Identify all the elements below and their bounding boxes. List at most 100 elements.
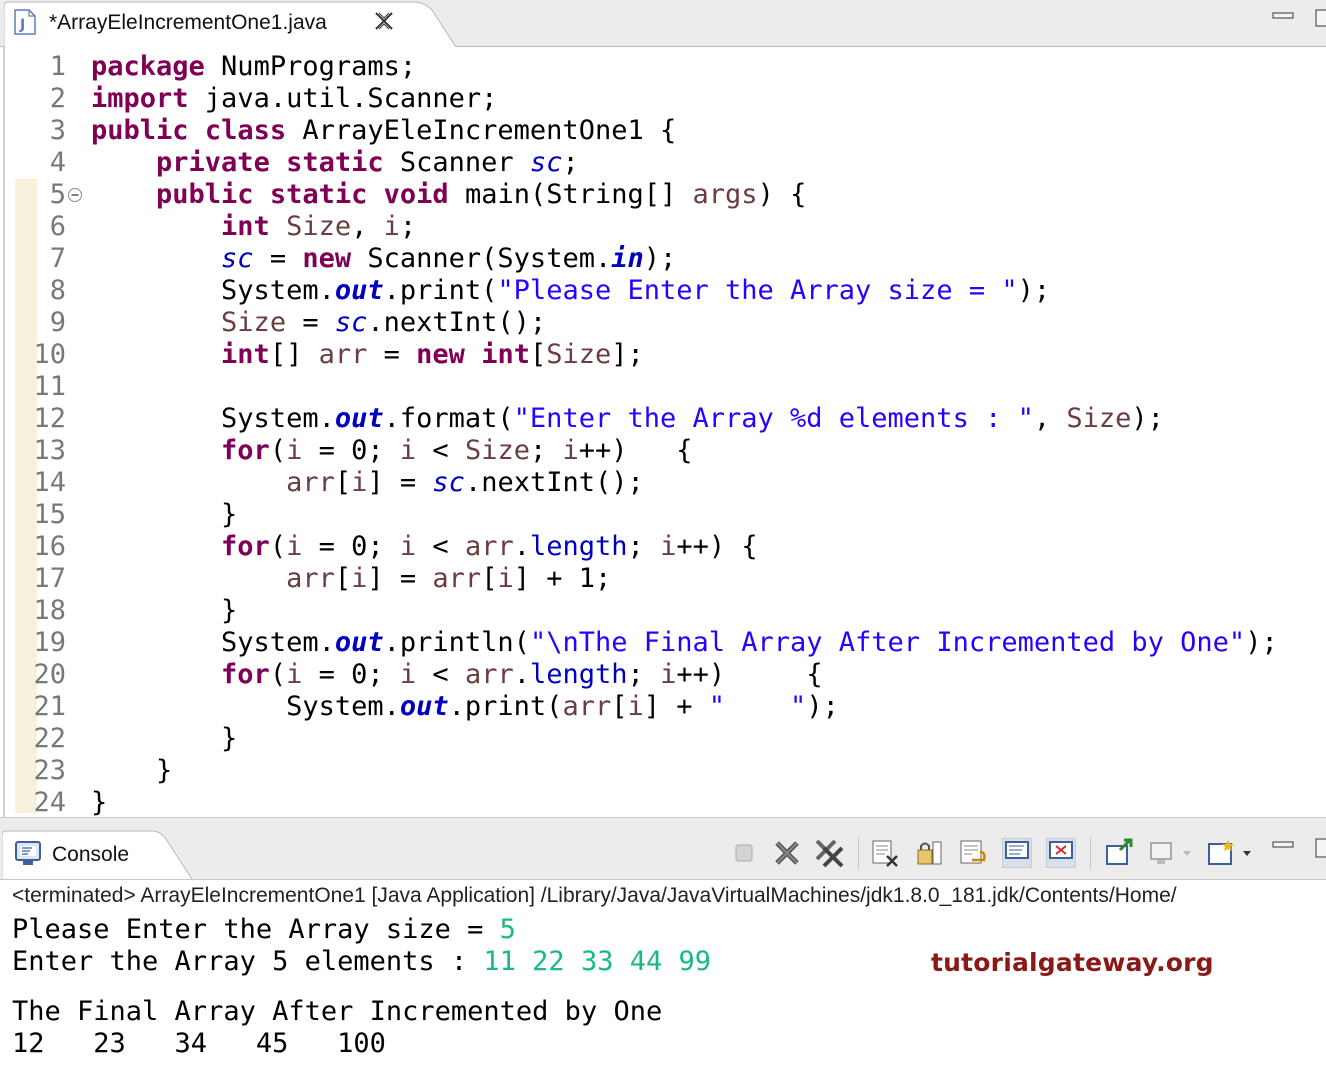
code-token: [ [611, 691, 628, 722]
code-token: } [91, 723, 238, 754]
code-token: sc [529, 147, 563, 178]
code-token: ; [529, 435, 563, 466]
code-token: i [399, 435, 417, 466]
word-wrap-icon[interactable] [958, 838, 988, 868]
chevron-down-icon[interactable] [1240, 838, 1254, 868]
open-console-icon[interactable] [1206, 838, 1236, 868]
line-number: 2 [49, 83, 66, 114]
code-token: package [91, 51, 205, 82]
code-token: main(String[] [448, 179, 693, 210]
close-icon[interactable] [372, 9, 396, 33]
remove-all-terminated-icon[interactable] [814, 838, 844, 868]
code-token: .print( [448, 691, 563, 722]
terminate-icon[interactable] [730, 838, 760, 868]
code-text: int[] arr = new int[Size]; [91, 339, 644, 371]
chevron-down-icon[interactable] [1180, 838, 1194, 868]
show-on-stdout-icon[interactable] [1002, 838, 1032, 868]
fold-collapse-icon[interactable] [67, 187, 83, 203]
code-token: length [530, 531, 628, 562]
minimize-icon[interactable] [1272, 841, 1294, 849]
line-number: 15 [33, 499, 66, 530]
line-number: 16 [33, 531, 66, 562]
code-token: i [286, 435, 303, 466]
console-output-text: Enter the Array 5 elements : [12, 946, 484, 977]
editor-tab[interactable]: J *ArrayEleIncrementOne1.java [4, 0, 456, 47]
code-token: ; [562, 147, 579, 178]
code-token: } [91, 595, 238, 626]
java-file-icon: J [14, 9, 36, 35]
code-token: ) { [757, 179, 807, 210]
pin-console-icon[interactable] [1104, 838, 1134, 868]
code-token: System. [91, 691, 400, 722]
code-token: i [562, 435, 579, 466]
code-token: [ [334, 563, 352, 594]
code-token: for [221, 659, 270, 690]
code-token: int [481, 339, 530, 370]
line-number: 18 [33, 595, 66, 626]
code-token: ] = [367, 563, 433, 594]
code-token: static [269, 179, 368, 210]
code-token: = [253, 243, 303, 274]
scroll-lock-icon[interactable] [914, 838, 944, 868]
code-token: ++) { [676, 531, 758, 562]
code-text: Size = sc.nextInt(); [91, 307, 546, 339]
console-output[interactable]: Please Enter the Array size = 5 Enter the… [12, 914, 711, 1060]
code-token: < [416, 531, 465, 562]
code-token: ; [399, 211, 417, 242]
line-number: 5 [49, 179, 66, 210]
display-selected-console-icon[interactable] [1148, 838, 1178, 868]
code-token: < [416, 659, 465, 690]
code-token: arr [432, 563, 482, 594]
clear-console-icon[interactable] [870, 838, 900, 868]
line-number: 12 [33, 403, 66, 434]
code-token: ( [269, 659, 287, 690]
code-token: < [416, 435, 465, 466]
code-token: i [627, 691, 644, 722]
code-token: ] = [367, 467, 433, 498]
code-token: sc [221, 243, 254, 274]
code-token: .format( [383, 403, 514, 434]
code-token: .nextInt(); [367, 307, 547, 338]
show-on-stderr-icon[interactable] [1046, 838, 1076, 868]
line-number: 21 [33, 691, 66, 722]
code-token: class [204, 115, 287, 146]
toolbar-separator [1090, 837, 1091, 869]
line-number: 23 [33, 755, 66, 786]
code-token: i [351, 563, 368, 594]
maximize-icon[interactable] [1314, 8, 1326, 28]
console-tab[interactable]: Console [2, 829, 192, 879]
code-editor[interactable]: 1 package NumPrograms; 2 import java.util.S… [0, 47, 1326, 819]
code-text: } [91, 595, 237, 627]
code-token: = [286, 307, 335, 338]
code-token: public [156, 179, 254, 210]
code-token: ); [1017, 275, 1051, 306]
code-text: private static Scanner sc; [91, 147, 579, 179]
console-output-text: 12 23 34 45 100 [12, 1028, 386, 1059]
code-token: sc [432, 467, 465, 498]
code-token: . [513, 659, 530, 690]
maximize-icon[interactable] [1314, 837, 1326, 859]
editor-tab-bar: J *ArrayEleIncrementOne1.java [0, 0, 1326, 47]
code-token: sc [334, 307, 368, 338]
line-number: 1 [49, 51, 66, 82]
code-token: out [334, 403, 384, 434]
code-token: , [1033, 403, 1067, 434]
overview-ruler [5, 47, 37, 817]
code-text: } [91, 787, 107, 819]
code-token: [ [481, 563, 498, 594]
code-token: i [660, 531, 677, 562]
code-token: new [302, 243, 352, 274]
code-token: ] + 1; [513, 563, 612, 594]
remove-launch-icon[interactable] [772, 838, 802, 868]
code-token: " " [708, 691, 807, 722]
minimize-icon[interactable] [1272, 12, 1294, 20]
